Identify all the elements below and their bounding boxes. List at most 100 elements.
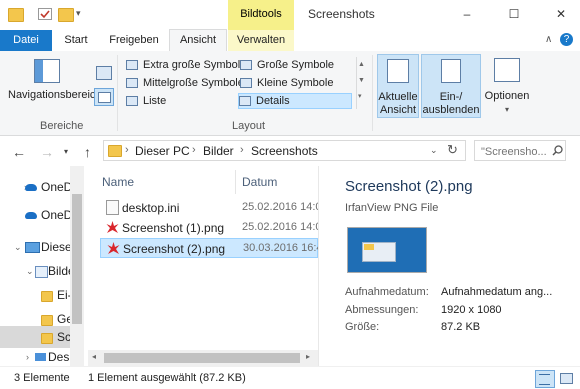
ribbon-tabs: Datei Start Freigeben Ansicht Verwalten …: [0, 29, 580, 52]
properties-icon[interactable]: [38, 8, 52, 20]
preview-pane-icon[interactable]: [96, 66, 112, 80]
preview-title: Screenshot (2).png: [345, 178, 473, 195]
layout-details[interactable]: Details: [238, 93, 352, 109]
settings-file-icon: [106, 200, 119, 215]
recent-locations-icon[interactable]: ▾: [64, 147, 68, 156]
folder-icon: [41, 333, 53, 344]
refresh-icon[interactable]: ↻: [447, 142, 458, 158]
help-icon[interactable]: ?: [560, 33, 573, 46]
file-row-screenshot-1[interactable]: Screenshot (1).png 25.02.2016 14:03: [100, 218, 318, 238]
preview-thumbnail: [347, 227, 427, 273]
chevron-down-icon[interactable]: ⌄: [14, 236, 22, 258]
scrollbar-thumb[interactable]: [104, 353, 300, 363]
layout-small-icons[interactable]: Kleine Symbole: [240, 76, 333, 90]
details-view-button[interactable]: [535, 370, 555, 388]
show-hide-label: Ein-/ ausblenden: [422, 91, 480, 116]
search-input[interactable]: [479, 142, 555, 161]
current-view-button[interactable]: Aktuelle Ansicht: [377, 54, 419, 118]
nav-item-label: OneD: [41, 180, 70, 194]
options-dropdown-icon: ▾: [504, 105, 509, 114]
list-icon: [126, 96, 138, 106]
layout-extra-large-icons[interactable]: Extra große Symbole: [126, 58, 246, 72]
medium-icons-icon: [126, 78, 138, 88]
back-arrow-icon[interactable]: ←: [12, 144, 26, 160]
folder-icon: [41, 291, 53, 302]
forward-arrow-icon[interactable]: →: [40, 144, 54, 160]
details-pane: Screenshot (2).png IrfanView PNG File Au…: [318, 166, 580, 366]
navigation-pane-button[interactable]: Navigationsbereich: [8, 57, 102, 107]
large-icons-view-button[interactable]: [558, 370, 574, 386]
prop-label-capture-date: Aufnahmedatum:: [345, 286, 429, 298]
minimize-button[interactable]: –: [456, 4, 478, 24]
nav-item-screenshots[interactable]: Sc: [0, 326, 70, 348]
file-row-desktop-ini[interactable]: desktop.ini 25.02.2016 14:03: [100, 198, 318, 218]
file-date: 30.03.2016 16:46: [243, 242, 319, 254]
prop-value-size: 87.2 KB: [441, 321, 481, 333]
navigation-pane: › OneD OneD ⌄ Dieser ⌄ Bilde Ei- Ge Sc ›…: [0, 166, 84, 366]
folder-icon: [108, 145, 122, 157]
file-name: desktop.ini: [122, 201, 180, 215]
file-name: Screenshot (1).png: [122, 221, 225, 235]
folder-icon: [41, 315, 53, 326]
close-button[interactable]: ✕: [550, 4, 572, 24]
context-tab-label: Bildtools: [240, 8, 282, 20]
scroll-left-icon[interactable]: ◂: [92, 352, 96, 361]
scrollbar-thumb[interactable]: [72, 194, 82, 324]
nav-item-label: Des: [48, 350, 70, 364]
nav-item-desktop[interactable]: › Des: [0, 348, 70, 366]
tab-ansicht[interactable]: Ansicht: [169, 29, 227, 51]
nav-item-bilder[interactable]: ⌄ Bilde: [0, 260, 70, 282]
tab-datei[interactable]: Datei: [0, 30, 52, 51]
preview-file-type: IrfanView PNG File: [345, 202, 439, 214]
file-list-scrollbar[interactable]: ◂ ▸: [88, 350, 318, 366]
current-view-icon: [387, 59, 409, 83]
search-box[interactable]: [474, 140, 566, 161]
navigation-pane-label: Navigationsbereich: [8, 89, 102, 101]
new-folder-icon[interactable]: [58, 8, 74, 22]
ribbon-collapse-icon[interactable]: ∧: [545, 34, 552, 45]
layout-scroll[interactable]: ▲ ▼ ▾: [356, 57, 366, 109]
navigation-pane-icon: [34, 59, 60, 83]
status-bar: 3 Elemente 1 Element ausgewählt (87.2 KB…: [0, 366, 580, 389]
scroll-right-icon[interactable]: ▸: [306, 352, 310, 361]
options-label: Optionen: [484, 90, 530, 102]
nav-item-dieser-pc[interactable]: ⌄ Dieser: [0, 236, 70, 258]
title-bar: ▾ Bildtools Screenshots – ☐ ✕: [0, 0, 580, 30]
nav-item-onedrive-2[interactable]: OneD: [0, 204, 70, 226]
layout-medium-icons[interactable]: Mittelgroße Symbole: [126, 76, 244, 90]
nav-item-label: Sc: [57, 330, 70, 344]
chevron-right-icon[interactable]: ›: [26, 348, 29, 366]
up-arrow-icon[interactable]: ↑: [84, 144, 91, 160]
column-header-name[interactable]: Name: [102, 175, 134, 189]
options-button[interactable]: Optionen ▾: [484, 54, 530, 116]
qat-dropdown-icon[interactable]: ▾: [76, 8, 81, 19]
search-icon[interactable]: [552, 145, 563, 156]
details-view-icon: [539, 374, 550, 385]
tab-verwalten[interactable]: Verwalten: [228, 30, 294, 51]
nav-item-eigene[interactable]: Ei-: [0, 284, 70, 306]
prop-value-capture-date[interactable]: Aufnahmedatum ang...: [441, 286, 552, 298]
nav-pane-scrollbar[interactable]: [70, 166, 84, 366]
maximize-button[interactable]: ☐: [503, 4, 525, 24]
breadcrumb-bilder[interactable]: Bilder: [203, 144, 234, 158]
column-header-date[interactable]: Datum: [242, 175, 277, 189]
address-bar[interactable]: › Dieser PC › Bilder › Screenshots ⌄ ↻: [103, 140, 466, 161]
chevron-down-icon[interactable]: ⌄: [26, 260, 34, 282]
breadcrumb-screenshots[interactable]: Screenshots: [251, 144, 318, 158]
show-hide-button[interactable]: Ein-/ ausblenden: [421, 54, 481, 118]
show-hide-icon: [441, 59, 461, 83]
file-row-screenshot-2[interactable]: Screenshot (2).png 30.03.2016 16:46: [100, 238, 319, 258]
details-icon: [239, 96, 251, 106]
layout-list[interactable]: Liste: [126, 94, 166, 108]
layout-large-icons[interactable]: Große Symbole: [240, 58, 334, 72]
prop-label-size: Größe:: [345, 321, 380, 333]
tab-freigeben[interactable]: Freigeben: [104, 30, 164, 51]
details-pane-button[interactable]: [94, 88, 114, 106]
address-dropdown-icon[interactable]: ⌄: [430, 145, 438, 156]
nav-item-onedrive-1[interactable]: › OneD: [0, 176, 70, 198]
breadcrumb-dieser-pc[interactable]: Dieser PC: [135, 144, 190, 158]
tab-start[interactable]: Start: [56, 30, 96, 51]
file-name: Screenshot (2).png: [123, 242, 226, 256]
desktop-icon: [35, 353, 46, 361]
group-label-layout: Layout: [232, 120, 266, 132]
